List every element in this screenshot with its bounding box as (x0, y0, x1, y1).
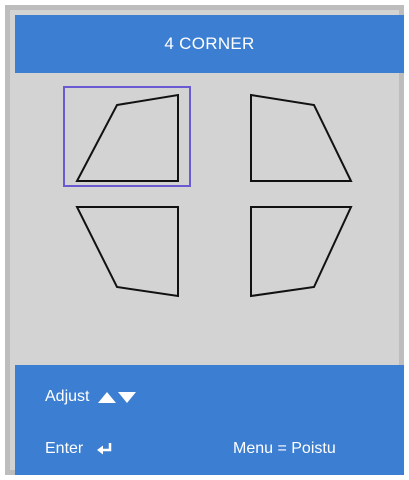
corner-bottom-left[interactable] (75, 206, 179, 298)
four-corner-osd: 4 CORNER Adjust Enter Menu = Poistu (5, 5, 404, 475)
up-down-triangles-icon (97, 390, 137, 404)
menu-hint: Menu = Poistu (233, 437, 336, 461)
adjust-label: Adjust (45, 388, 90, 405)
top-left-corner-icon (75, 93, 179, 182)
top-right-corner-icon (250, 93, 353, 182)
corner-top-right[interactable] (250, 93, 353, 182)
corner-bottom-right[interactable] (250, 206, 353, 298)
enter-label: Enter (45, 440, 84, 457)
footer-help: Adjust Enter Menu = Poistu (15, 365, 404, 475)
bottom-right-corner-icon (250, 206, 353, 298)
corner-top-left[interactable] (75, 93, 179, 182)
enter-hint: Enter (45, 437, 115, 461)
enter-arrow-icon (95, 442, 115, 456)
adjust-hint: Adjust (45, 385, 137, 409)
bottom-left-corner-icon (75, 206, 179, 298)
menu-exit-label: Menu = Poistu (233, 440, 336, 457)
